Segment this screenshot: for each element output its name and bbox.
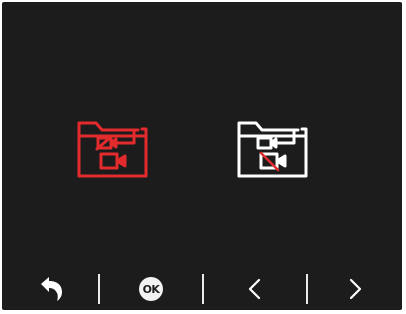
chevron-left-icon [248, 278, 261, 300]
device-screen: OK [2, 2, 402, 310]
mode-option-unselected[interactable] [236, 119, 310, 179]
next-button[interactable] [308, 268, 402, 310]
folder-video-moved-icon [77, 121, 148, 178]
back-button[interactable] [2, 268, 99, 310]
ok-badge: OK [139, 277, 163, 301]
chevron-right-icon [349, 278, 362, 300]
ok-button[interactable]: OK [100, 268, 202, 310]
folder-video-moved-icon [237, 121, 308, 178]
mode-option-selected[interactable] [76, 119, 150, 179]
return-arrow-icon [40, 277, 62, 301]
previous-button[interactable] [204, 268, 306, 310]
bottom-action-bar: OK [2, 268, 402, 310]
